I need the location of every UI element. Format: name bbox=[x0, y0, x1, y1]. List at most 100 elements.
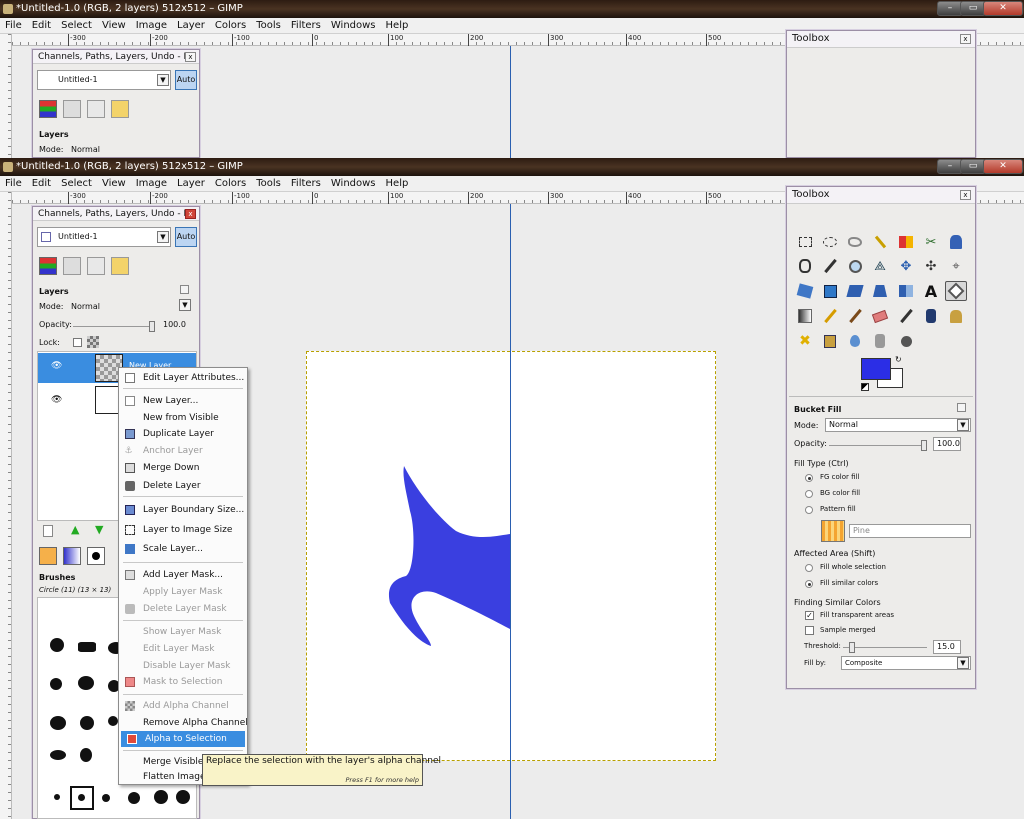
brush-preview[interactable] bbox=[50, 638, 64, 652]
menu-select[interactable]: Select bbox=[56, 176, 97, 192]
crop-tool[interactable]: ⌖ bbox=[945, 256, 967, 276]
undo-tab-icon[interactable] bbox=[111, 257, 129, 275]
pattern-fill-label[interactable]: Pattern fill bbox=[820, 505, 856, 513]
menu-colors[interactable]: Colors bbox=[210, 176, 251, 192]
menu-file[interactable]: File bbox=[0, 176, 27, 192]
select-by-color-tool[interactable] bbox=[895, 232, 917, 252]
airbrush-tool[interactable] bbox=[895, 306, 917, 326]
menu-edit-back[interactable]: Edit bbox=[27, 18, 56, 34]
brush-preview[interactable] bbox=[128, 792, 140, 804]
mode-value[interactable]: Normal bbox=[71, 302, 100, 311]
channels-tab-icon[interactable] bbox=[63, 257, 81, 275]
undo-tab-icon[interactable] bbox=[111, 100, 129, 118]
paintbrush-tool[interactable] bbox=[844, 306, 866, 326]
toolbox-title-back[interactable]: Toolbox bbox=[787, 31, 975, 48]
new-layer-icon[interactable] bbox=[43, 525, 53, 537]
move-tool[interactable]: ✥ bbox=[895, 256, 917, 276]
menu-layer-to-image-size[interactable]: Layer to Image Size bbox=[119, 522, 247, 538]
brush-preview[interactable] bbox=[102, 794, 110, 802]
menu-remove-alpha-channel[interactable]: Remove Alpha Channel bbox=[119, 715, 248, 731]
eraser-tool[interactable] bbox=[869, 306, 891, 326]
menu-image-back[interactable]: Image bbox=[131, 18, 172, 34]
image-select-back[interactable]: Untitled-1 bbox=[37, 70, 171, 90]
brush-preview[interactable] bbox=[50, 750, 66, 760]
image-select[interactable]: Untitled-1 bbox=[37, 227, 171, 247]
mode-select[interactable]: Normal bbox=[825, 418, 971, 432]
auto-button[interactable]: Auto bbox=[175, 227, 197, 247]
foreground-color-swatch[interactable] bbox=[861, 358, 891, 380]
smudge-tool[interactable] bbox=[869, 331, 891, 351]
close-button[interactable]: ✕ bbox=[983, 159, 1023, 174]
paths-tab-icon[interactable] bbox=[87, 100, 105, 118]
paths-tab-icon[interactable] bbox=[87, 257, 105, 275]
menu-edit[interactable]: Edit bbox=[27, 176, 56, 192]
align-tool[interactable]: ✣ bbox=[920, 256, 942, 276]
pencil-tool[interactable] bbox=[819, 306, 841, 326]
shear-tool[interactable] bbox=[844, 281, 866, 301]
sample-merged-label[interactable]: Sample merged bbox=[820, 626, 876, 634]
opacity-spin[interactable]: 100.0 bbox=[933, 437, 961, 451]
dock-title-back[interactable]: Channels, Paths, Layers, Undo - P... bbox=[33, 50, 199, 64]
vertical-ruler[interactable] bbox=[0, 192, 12, 819]
text-tool[interactable]: A bbox=[920, 281, 942, 301]
menu-filters[interactable]: Filters bbox=[286, 176, 326, 192]
eye-icon[interactable]: 👁 bbox=[51, 361, 62, 371]
patterns-tab-icon[interactable] bbox=[87, 547, 105, 565]
toolbox-title[interactable]: Toolbox bbox=[787, 187, 975, 204]
brush-preview[interactable] bbox=[108, 716, 118, 726]
scissors-tool[interactable]: ✂ bbox=[920, 232, 942, 252]
opacity-slider[interactable] bbox=[73, 321, 155, 332]
opacity-value[interactable]: 100.0 bbox=[163, 320, 186, 329]
sample-merged-checkbox[interactable] bbox=[805, 626, 814, 635]
menu-scale-layer[interactable]: Scale Layer... bbox=[119, 541, 247, 557]
menu-tools[interactable]: Tools bbox=[251, 176, 286, 192]
ellipse-select-tool[interactable] bbox=[819, 232, 841, 252]
menu-view[interactable]: View bbox=[97, 176, 131, 192]
dock-title[interactable]: Channels, Paths, Layers, Undo - P... bbox=[33, 207, 199, 221]
rect-select-tool[interactable] bbox=[794, 232, 816, 252]
fg-fill-label[interactable]: FG color fill bbox=[820, 473, 859, 481]
chevron-down-icon[interactable]: ▼ bbox=[157, 74, 169, 86]
brush-preview[interactable] bbox=[176, 790, 190, 804]
brush-preview[interactable] bbox=[54, 794, 60, 800]
menu-merge-down[interactable]: Merge Down bbox=[119, 460, 247, 476]
menu-new-layer[interactable]: New Layer... bbox=[119, 393, 247, 409]
tab-menu-icon[interactable] bbox=[957, 403, 966, 412]
rotate-tool[interactable] bbox=[794, 281, 816, 301]
menu-new-from-visible[interactable]: New from Visible bbox=[119, 410, 247, 426]
menu-delete-layer[interactable]: Delete Layer bbox=[119, 478, 247, 494]
menu-duplicate-layer[interactable]: Duplicate Layer bbox=[119, 426, 247, 442]
brush-preview[interactable] bbox=[78, 794, 85, 801]
chevron-down-icon[interactable]: ▼ bbox=[179, 299, 191, 311]
fg-fill-radio[interactable] bbox=[805, 474, 813, 482]
brushes-tab-icon[interactable] bbox=[39, 547, 57, 565]
tab-menu-icon[interactable] bbox=[180, 285, 189, 294]
brush-preview[interactable] bbox=[78, 642, 96, 652]
menu-layer-back[interactable]: Layer bbox=[172, 18, 210, 34]
close-icon[interactable]: x bbox=[185, 209, 196, 219]
threshold-spin[interactable]: 15.0 bbox=[933, 640, 961, 654]
dodge-burn-tool[interactable] bbox=[895, 331, 917, 351]
blur-tool[interactable] bbox=[844, 331, 866, 351]
foreground-select-tool[interactable] bbox=[945, 232, 967, 252]
fuzzy-select-tool[interactable] bbox=[869, 232, 891, 252]
free-select-tool[interactable] bbox=[844, 232, 866, 252]
heal-tool[interactable]: ✖ bbox=[794, 331, 816, 351]
flip-tool[interactable] bbox=[895, 281, 917, 301]
menu-filters-back[interactable]: Filters bbox=[286, 18, 326, 34]
brush-preview[interactable] bbox=[80, 748, 92, 762]
swap-colors-icon[interactable]: ↻ bbox=[895, 355, 902, 364]
menu-alpha-to-selection[interactable]: Alpha to Selection bbox=[121, 731, 245, 747]
bucket-fill-tool[interactable] bbox=[945, 281, 967, 301]
chevron-down-icon[interactable]: ▼ bbox=[957, 657, 969, 669]
blend-tool[interactable] bbox=[794, 306, 816, 326]
auto-button-back[interactable]: Auto bbox=[175, 70, 197, 90]
fill-transparent-checkbox[interactable]: ✓ bbox=[805, 611, 814, 620]
paths-tool[interactable] bbox=[794, 256, 816, 276]
gradients-tab-icon[interactable] bbox=[63, 547, 81, 565]
menu-windows[interactable]: Windows bbox=[326, 176, 381, 192]
title-bar-back[interactable]: *Untitled-1.0 (RGB, 2 layers) 512x512 – … bbox=[0, 0, 1024, 18]
menu-windows-back[interactable]: Windows bbox=[326, 18, 381, 34]
fill-similar-colors-label[interactable]: Fill similar colors bbox=[820, 579, 878, 587]
menu-layer[interactable]: Layer bbox=[172, 176, 210, 192]
